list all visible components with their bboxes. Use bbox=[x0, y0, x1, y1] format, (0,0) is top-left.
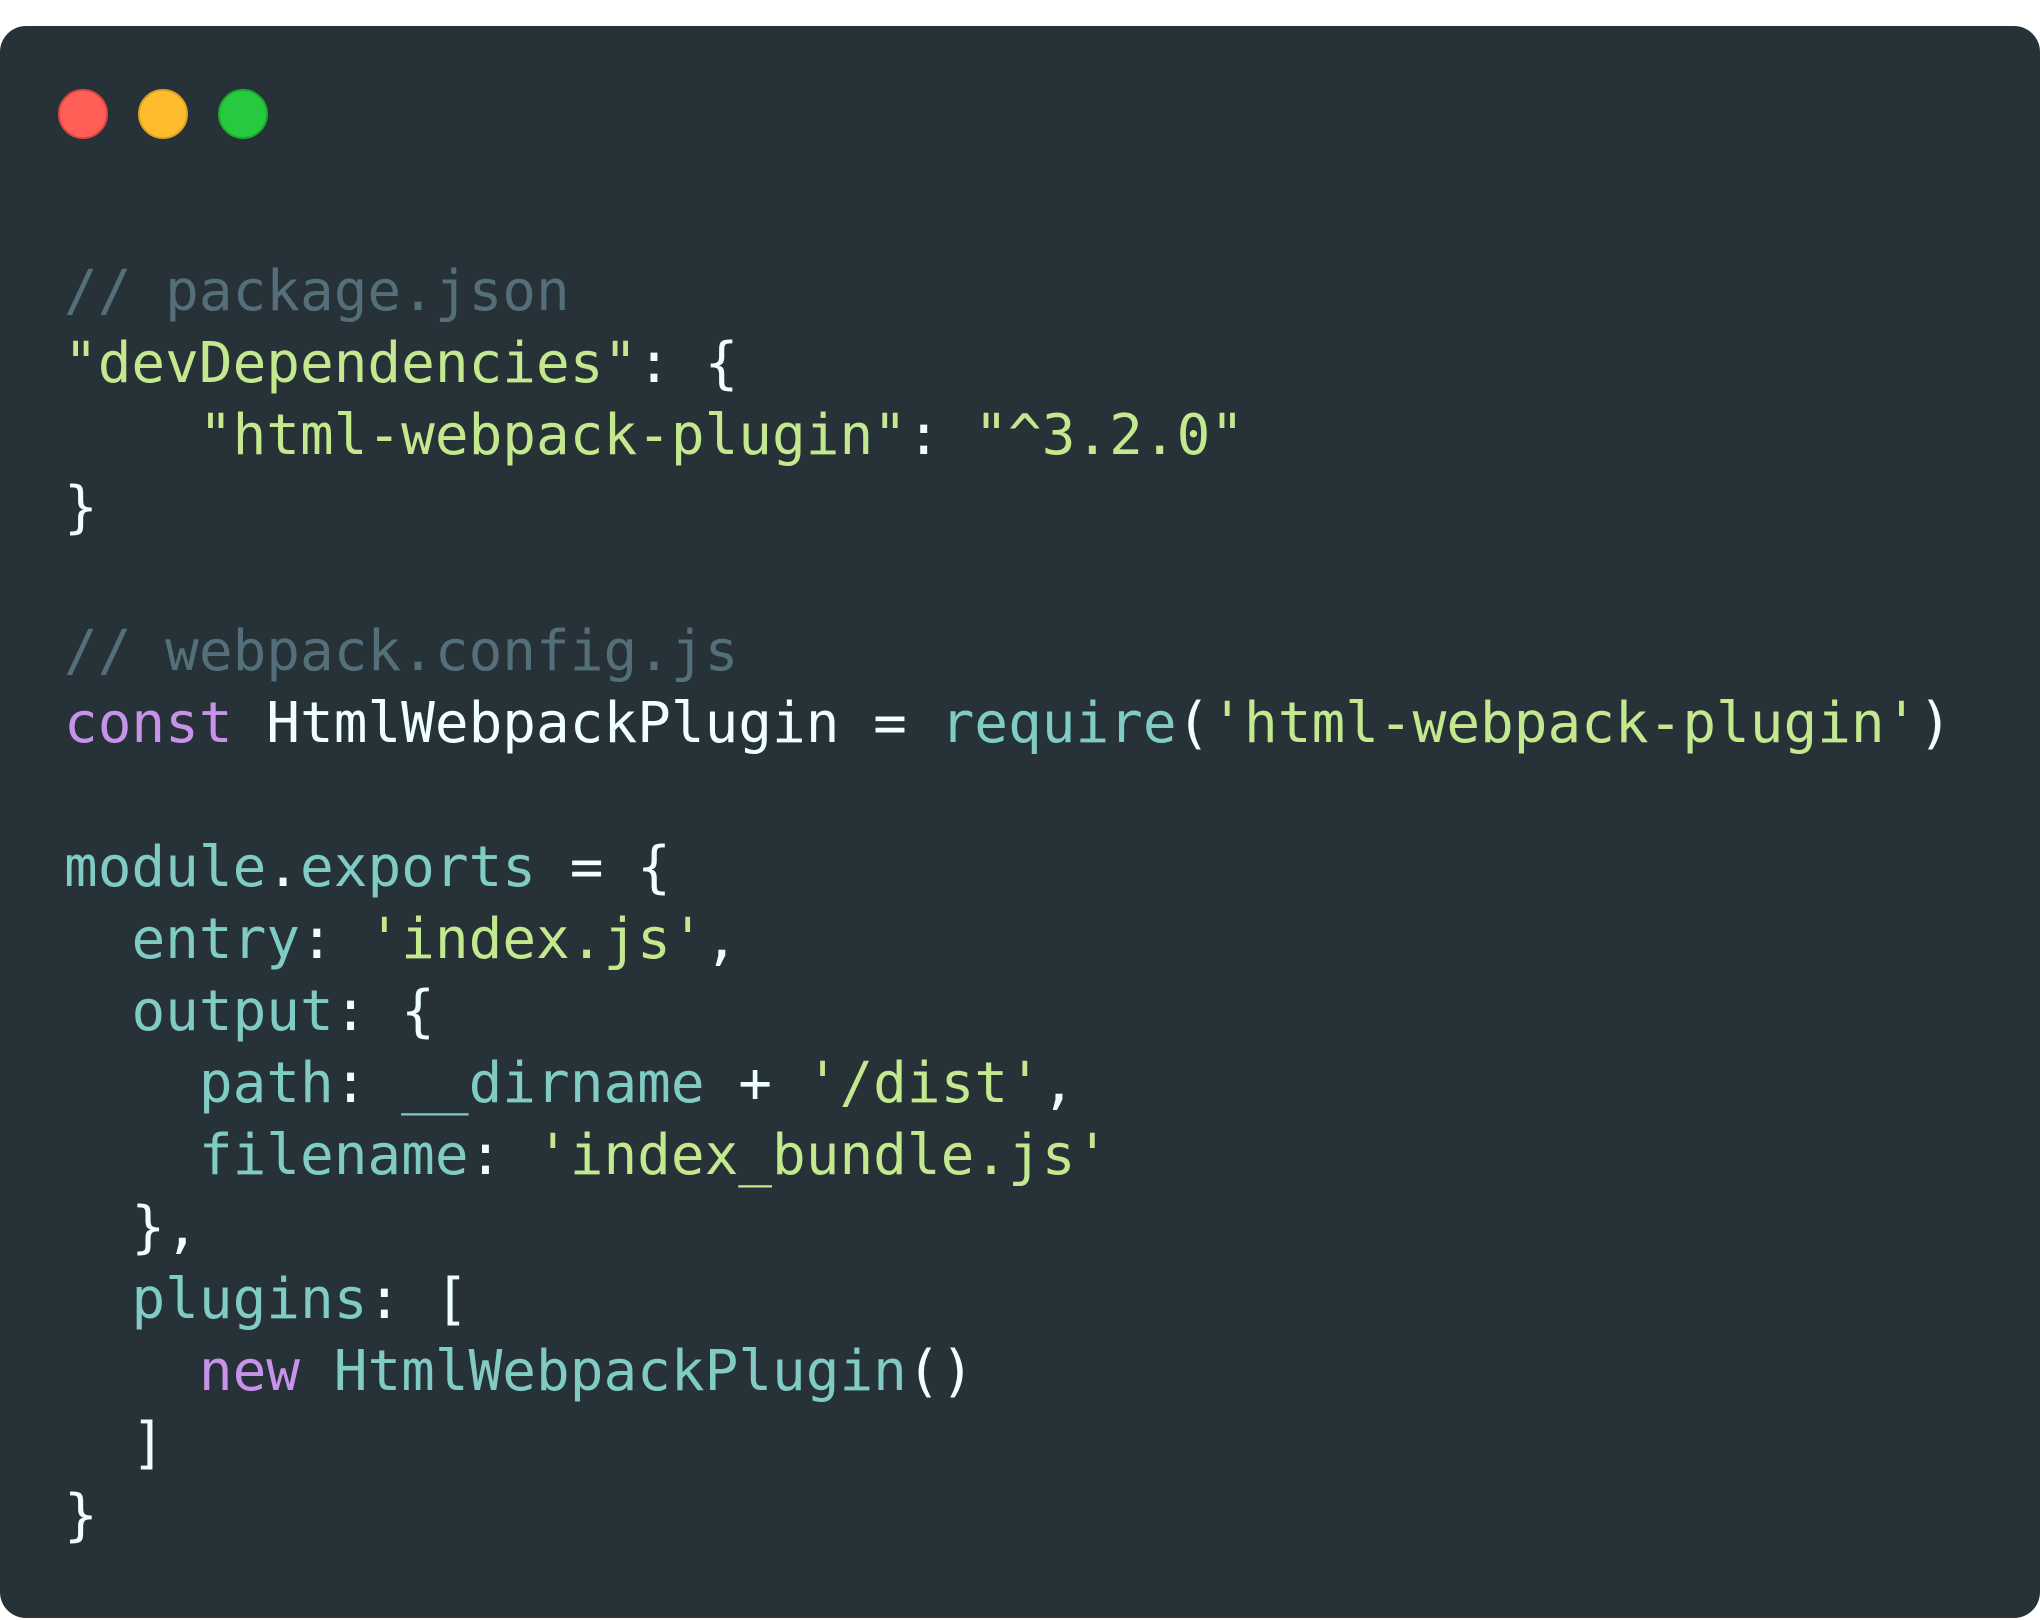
code-token: // webpack.config.js bbox=[64, 619, 739, 684]
code-line: const HtmlWebpackPlugin = require('html-… bbox=[64, 688, 1952, 760]
code-line: filename: 'index_bundle.js' bbox=[64, 1120, 1952, 1192]
code-line: plugins: [ bbox=[64, 1264, 1952, 1336]
code-token: ( bbox=[1176, 691, 1211, 756]
code-token: : bbox=[300, 907, 368, 972]
code-line: } bbox=[64, 1480, 1952, 1552]
code-token: ] bbox=[64, 1411, 166, 1476]
code-token: () bbox=[906, 1339, 975, 1404]
code-token: __dirname bbox=[401, 1051, 705, 1116]
code-token: , bbox=[1041, 1051, 1076, 1116]
code-line: output: { bbox=[64, 976, 1952, 1048]
code-token: path bbox=[198, 1051, 334, 1116]
code-line: path: __dirname + '/dist', bbox=[64, 1048, 1952, 1120]
code-token: }, bbox=[64, 1195, 199, 1260]
code-token: + bbox=[704, 1051, 806, 1116]
code-token: . bbox=[266, 835, 301, 900]
code-token: entry bbox=[131, 907, 301, 972]
code-line: module.exports = { bbox=[64, 832, 1952, 904]
code-window: // package.json "devDependencies": { "htm… bbox=[0, 26, 2040, 1618]
code-token: exports bbox=[300, 835, 537, 900]
code-token: } bbox=[64, 1483, 98, 1548]
code-line: new HtmlWebpackPlugin() bbox=[64, 1336, 1952, 1408]
code-line: ] bbox=[64, 1408, 1952, 1480]
code-token: const bbox=[64, 691, 233, 756]
code-block: // package.json "devDependencies": { "htm… bbox=[64, 256, 1952, 1552]
code-token: : { bbox=[333, 979, 435, 1044]
code-line: // webpack.config.js bbox=[64, 616, 1952, 688]
code-token: filename bbox=[198, 1123, 469, 1188]
code-line: // package.json bbox=[64, 256, 1952, 328]
code-token: "^3.2.0" bbox=[974, 403, 1245, 468]
code-token: module bbox=[64, 835, 267, 900]
code-token: '/dist' bbox=[805, 1051, 1042, 1116]
maximize-dot-icon[interactable] bbox=[218, 89, 268, 139]
code-token: require bbox=[940, 691, 1177, 756]
code-token: "html-webpack-plugin" bbox=[198, 403, 907, 468]
code-token: // package.json bbox=[64, 259, 570, 324]
code-token: ) bbox=[1918, 691, 1953, 756]
code-token: plugins bbox=[131, 1267, 368, 1332]
code-token: HtmlWebpackPlugin = bbox=[232, 691, 941, 756]
code-line: entry: 'index.js', bbox=[64, 904, 1952, 976]
code-line: }, bbox=[64, 1192, 1952, 1264]
code-line: "html-webpack-plugin": "^3.2.0" bbox=[64, 400, 1952, 472]
code-token: : bbox=[906, 403, 975, 468]
code-token: : bbox=[468, 1123, 537, 1188]
code-line: } bbox=[64, 472, 1952, 544]
code-line: "devDependencies": { bbox=[64, 328, 1952, 400]
code-token: , bbox=[704, 907, 739, 972]
code-token: = { bbox=[536, 835, 671, 900]
code-token: "devDependencies" bbox=[64, 331, 638, 396]
code-token: : { bbox=[637, 331, 739, 396]
code-token: output bbox=[131, 979, 334, 1044]
code-token: new bbox=[198, 1339, 301, 1404]
code-token: 'html-webpack-plugin' bbox=[1210, 691, 1919, 756]
code-token: : bbox=[333, 1051, 402, 1116]
code-token: HtmlWebpackPlugin bbox=[333, 1339, 907, 1404]
code-token: } bbox=[64, 475, 98, 540]
window-controls bbox=[58, 89, 268, 139]
code-token: 'index_bundle.js' bbox=[536, 1123, 1110, 1188]
code-token: 'index.js' bbox=[367, 907, 705, 972]
close-dot-icon[interactable] bbox=[58, 89, 108, 139]
minimize-dot-icon[interactable] bbox=[138, 89, 188, 139]
code-token: : [ bbox=[367, 1267, 469, 1332]
